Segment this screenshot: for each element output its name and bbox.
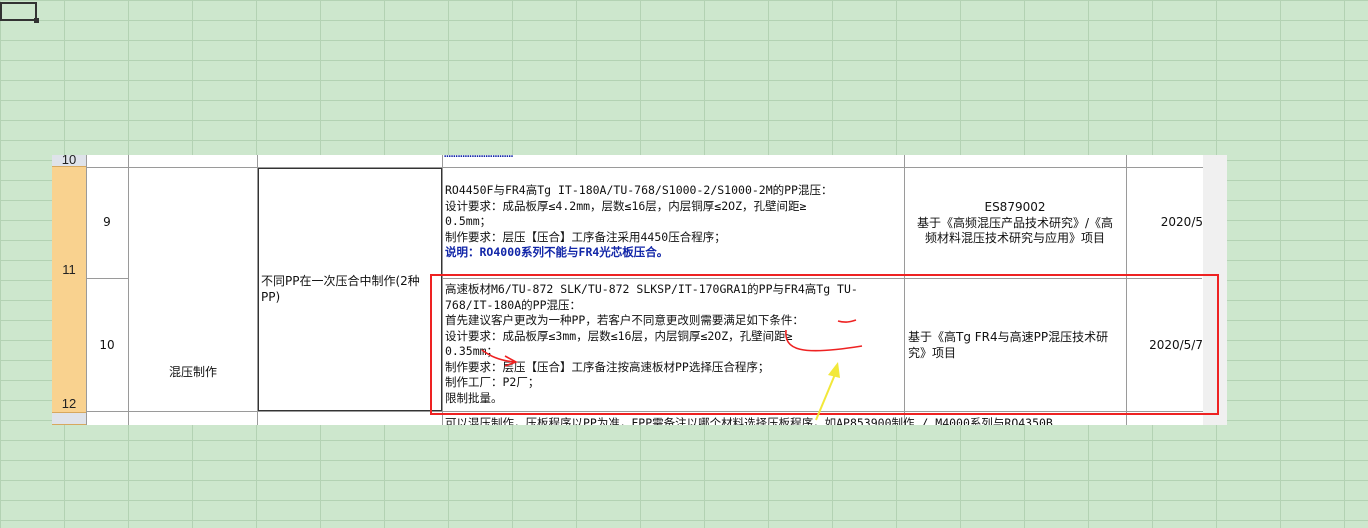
process-line: 0.5mm； xyxy=(445,214,492,228)
subcategory-cell[interactable]: 不同PP在一次压合中制作(2种 PP) xyxy=(258,168,442,411)
reference-line: 基于《高频混压产品技术研究》/《高 xyxy=(916,215,1114,230)
row-number-11: 11 xyxy=(62,262,76,277)
highlight-box xyxy=(430,274,1219,415)
top-row-fragment: ………………………… xyxy=(444,155,904,162)
process-note: 说明：RO4000系列不能与FR4光芯板压合。 xyxy=(445,245,669,259)
subcategory-line: 不同PP在一次压合中制作(2种 xyxy=(261,274,420,288)
reference-row-9: ES879002 基于《高频混压产品技术研究》/《高 频材料混压技术研究与应用》… xyxy=(905,200,1125,247)
process-line: RO4450F与FR4高Tg IT-180A/TU-768/S1000-2/S1… xyxy=(445,183,833,197)
row-number-10: 10 xyxy=(61,155,77,167)
active-cell-selector[interactable] xyxy=(0,2,37,21)
reference-line: ES879002 xyxy=(984,200,1046,214)
fill-handle[interactable] xyxy=(34,18,39,23)
reference-line: 频材料混压技术研究与应用》项目 xyxy=(924,231,1105,245)
row-header-13[interactable] xyxy=(52,413,86,425)
row-index-9: 9 xyxy=(103,215,111,229)
process-text-row-9: RO4450F与FR4高Tg IT-180A/TU-768/S1000-2/S1… xyxy=(445,183,903,261)
date-row-9: 2020/5 xyxy=(1160,215,1203,229)
process-line: 制作要求：层压【压合】工序备注采用4450压合程序； xyxy=(445,229,726,244)
row-number-12: 12 xyxy=(61,396,77,411)
row-index-10: 10 xyxy=(99,338,115,352)
row-header-12[interactable] xyxy=(52,278,86,413)
bottom-row-fragment: 可以混压制作，压板程序以PP为准，FPP需备注以哪个材料选择压板程序，如AP85… xyxy=(445,416,1053,425)
process-line: 设计要求：成品板厚≤4.2mm，层数≤16层，内层铜厚≤2OZ，孔壁间距≥ xyxy=(445,198,807,213)
category-cell: 混压制作 xyxy=(168,365,217,379)
subcategory-line: PP) xyxy=(261,289,281,304)
